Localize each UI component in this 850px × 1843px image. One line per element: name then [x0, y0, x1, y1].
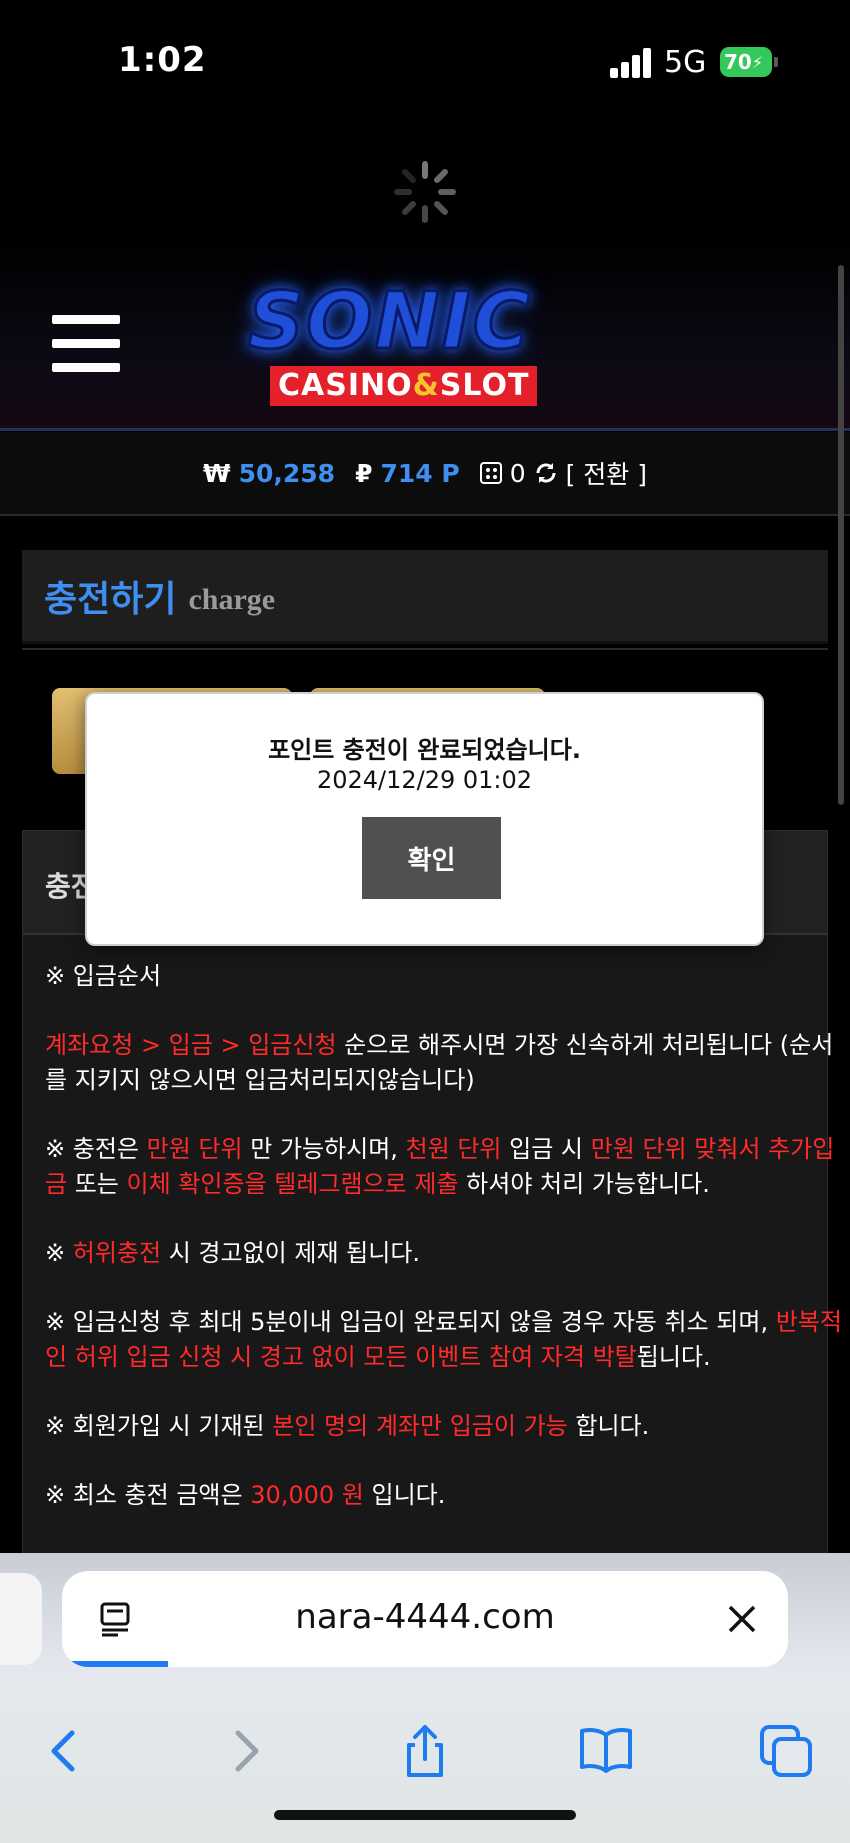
balance-bar: ₩ 50,258 ₽ 714 P 0 [ 전환 ] — [0, 432, 850, 516]
page-subtitle: charge — [188, 582, 276, 616]
charge-section-header: 충전하기 charge — [22, 550, 828, 644]
dice-balance: 0 [ 전환 ] — [479, 455, 647, 491]
status-time: 1:02 — [118, 40, 207, 80]
address-bar[interactable]: nara-4444.com — [62, 1571, 788, 1667]
won-icon: ₩ — [203, 458, 231, 488]
notice-order-steps: 계좌요청 > 입금 > 입금신청 순으로 해주시면 가장 신속하게 처리됩니다 … — [45, 1031, 834, 1094]
network-label: 5G — [664, 45, 707, 80]
point-icon: ₽ — [355, 458, 373, 488]
battery-icon: 70 ⚡ — [720, 47, 778, 77]
site-logo[interactable]: SONIC CASINO&SLOT — [230, 277, 600, 407]
logo-main-text: SONIC — [246, 277, 533, 367]
switch-button[interactable]: [ 전환 ] — [566, 455, 647, 491]
scrollbar[interactable] — [838, 265, 844, 805]
charge-complete-dialog: 포인트 충전이 완료되었습니다. 2024/12/29 01:02 확인 — [85, 692, 764, 946]
browser-toolbar: nara-4444.com — [0, 1553, 850, 1843]
point-value: 714 P — [380, 458, 460, 488]
tabs-icon[interactable] — [758, 1723, 814, 1779]
dialog-timestamp: 2024/12/29 01:02 — [316, 766, 533, 794]
notice-unit: ※ 충전은 만원 단위 만 가능하시며, 천원 단위 입금 시 만원 단위 맞춰… — [45, 1135, 835, 1198]
point-balance: ₽ 714 P — [355, 459, 460, 488]
notice-auto-cancel: ※ 입금신청 후 최대 5분이내 입금이 완료되지 않을 경우 자동 취소 되며… — [45, 1308, 842, 1371]
status-bar: 1:02 5G 70 ⚡ — [0, 0, 850, 130]
signal-icon — [610, 48, 652, 78]
dialog-message: 포인트 충전이 완료되었습니다. — [268, 736, 581, 764]
forward-icon[interactable] — [218, 1723, 274, 1779]
charge-info-panel: 충전 ※ 입금순서 계좌요청 > 입금 > 입금신청 순으로 해주시면 가장 신… — [22, 830, 842, 1610]
url-text[interactable]: nara-4444.com — [62, 1597, 788, 1637]
stop-loading-icon[interactable] — [724, 1601, 760, 1637]
back-icon[interactable] — [36, 1723, 92, 1779]
notice-false-charge: ※ 허위충전 시 경고없이 제재 됩니다. — [45, 1239, 421, 1267]
battery-level: 70 — [724, 50, 752, 74]
share-icon[interactable] — [397, 1723, 453, 1779]
deposit-notice: ※ 입금순서 계좌요청 > 입금 > 입금신청 순으로 해주시면 가장 신속하게… — [45, 959, 845, 1547]
dice-value: 0 — [509, 458, 526, 488]
page-title: 충전하기 — [44, 578, 177, 620]
refresh-icon[interactable] — [534, 461, 558, 485]
logo-sub-text: CASINO&SLOT — [270, 366, 538, 406]
notice-minimum: ※ 최소 충전 금액은 30,000 원 입니다. — [45, 1481, 446, 1509]
previous-tab-preview[interactable] — [0, 1573, 42, 1665]
loading-spinner-icon — [394, 161, 456, 223]
notice-deposit-order: ※ 입금순서 — [45, 962, 162, 990]
header-divider — [0, 428, 850, 431]
hamburger-menu-icon[interactable] — [52, 315, 120, 373]
cash-balance: ₩ 50,258 — [203, 459, 335, 488]
section-divider — [22, 648, 828, 650]
loading-progress-bar — [62, 1661, 168, 1667]
cash-value: 50,258 — [238, 458, 336, 488]
confirm-button[interactable]: 확인 — [362, 817, 501, 899]
notice-own-account: ※ 회원가입 시 기재된 본인 명의 계좌만 입금이 가능 합니다. — [45, 1412, 650, 1440]
bookmarks-icon[interactable] — [578, 1723, 634, 1779]
dice-icon — [479, 462, 502, 484]
home-indicator[interactable] — [274, 1810, 576, 1820]
